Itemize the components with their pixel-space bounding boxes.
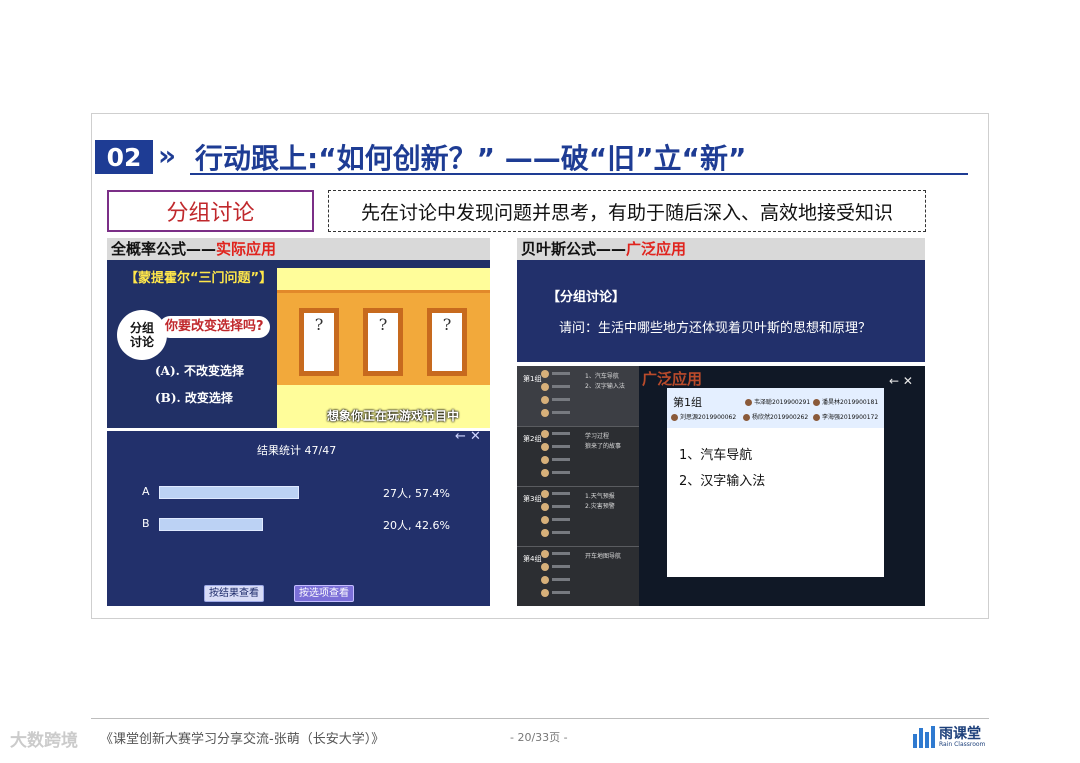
bar-label-a: A (142, 485, 150, 498)
bar-label-b: B (142, 517, 150, 530)
double-chevron-icon: » (158, 139, 176, 172)
monty-hall-panel: 全概率公式——实际应用 【蒙提霍尔“三门问题”】 分组 讨论 你要改变选择吗? … (107, 238, 490, 428)
footer-divider (91, 718, 989, 719)
game-stage: ? ? ? 想象你正在玩游戏节目中 (277, 268, 490, 428)
option-b: (B). 改变选择 (155, 391, 233, 405)
group-discussion-label: 分组讨论 (107, 190, 314, 232)
member: 韦泽聪2019900291 (745, 397, 810, 406)
avatar (671, 414, 678, 421)
group-list: 第1组 1、汽车导航 2、汉字输入法 第2组 学习过程 狼来了的故事 第3组 1… (517, 366, 639, 606)
stage-caption: 想象你正在玩游戏节目中 (327, 409, 460, 423)
member: 杨欣然2019900262 (743, 412, 808, 421)
title-underline (190, 173, 968, 175)
avatar-stack (541, 430, 570, 482)
page-number: - 20/33页 - (510, 731, 568, 744)
description-box: 先在讨论中发现问题并思考，有助于随后深入、高效地接受知识 (328, 190, 926, 232)
group-answers-panel: 广泛应用 第1组 1、汽车导航 2、汉字输入法 第2组 学习过程 狼来了的故事 … (517, 366, 925, 606)
answer-2: 2、汉字输入法 (679, 474, 766, 489)
group-discussion-bubble: 分组 讨论 (117, 310, 167, 360)
avatar-stack (541, 370, 570, 422)
group-item-4[interactable]: 第4组 开车地图导航 (517, 546, 639, 606)
bar-b (159, 518, 263, 531)
avatar-stack (541, 550, 570, 602)
group-item-2[interactable]: 第2组 学习过程 狼来了的故事 (517, 426, 639, 487)
view-by-option-button[interactable]: 按选项查看 (294, 585, 354, 602)
section-number: 02 (95, 140, 153, 174)
bayes-panel: 贝叶斯公式——广泛应用 【分组讨论】 请问：生活中哪些地方还体现着贝叶斯的思想和… (517, 238, 925, 362)
background-title: 广泛应用 (642, 370, 703, 388)
door-3: ? (427, 308, 467, 376)
back-close-icon[interactable]: ← ✕ (889, 374, 913, 388)
member: 李海强2019900172 (813, 412, 878, 421)
rain-classroom-logo: 雨课堂 Rain Classroom (913, 726, 985, 748)
avatar (745, 399, 752, 406)
watermark: 大数跨境 (10, 731, 78, 751)
problem-title: 【蒙提霍尔“三门问题”】 (125, 271, 273, 286)
door-2: ? (363, 308, 403, 376)
slide-title: 行动跟上:“如何创新？” ——破“旧”立“新” (195, 142, 747, 175)
option-a: (A). 不改变选择 (155, 364, 245, 378)
back-close-icon[interactable]: ← ✕ (455, 431, 481, 444)
result-title: 结果统计 47/47 (257, 444, 337, 457)
group-item-3[interactable]: 第3组 1.天气预报 2.灾害预警 (517, 486, 639, 547)
bar-a (159, 486, 299, 499)
footer-title: 《课堂创新大赛学习分享交流-张萌（长安大学）》 (100, 732, 385, 747)
bar-value-a: 27人, 57.4% (383, 487, 450, 500)
vote-results-panel: 结果统计 47/47 ← ✕ A 27人, 57.4% B 20人, 42.6%… (107, 431, 490, 606)
view-by-result-button[interactable]: 按结果查看 (204, 585, 264, 602)
avatar-stack (541, 490, 570, 542)
answer-1: 1、汽车导航 (679, 448, 753, 463)
question-pill: 你要改变选择吗? (159, 316, 270, 338)
panel-title-bar: 全概率公式——实际应用 (107, 238, 490, 260)
group-name: 第1组 (673, 396, 702, 409)
door-1: ? (299, 308, 339, 376)
discussion-question: 请问：生活中哪些地方还体现着贝叶斯的思想和原理？ (559, 321, 872, 336)
bar-value-b: 20人, 42.6% (383, 519, 450, 532)
group-detail-header: 第1组 韦泽聪2019900291 潘昊林2019900181 刘思源20199… (667, 388, 884, 428)
group-detail-window: 第1组 韦泽聪2019900291 潘昊林2019900181 刘思源20199… (667, 388, 884, 577)
logo-bars-icon (913, 726, 935, 748)
panel-title-bar: 贝叶斯公式——广泛应用 (517, 238, 925, 260)
avatar (813, 399, 820, 406)
member: 潘昊林2019900181 (813, 397, 878, 406)
group-item-1[interactable]: 第1组 1、汽车导航 2、汉字输入法 (517, 366, 639, 427)
section-heading: 【分组讨论】 (547, 290, 626, 305)
avatar (743, 414, 750, 421)
avatar (813, 414, 820, 421)
member: 刘思源2019900062 (671, 412, 736, 421)
